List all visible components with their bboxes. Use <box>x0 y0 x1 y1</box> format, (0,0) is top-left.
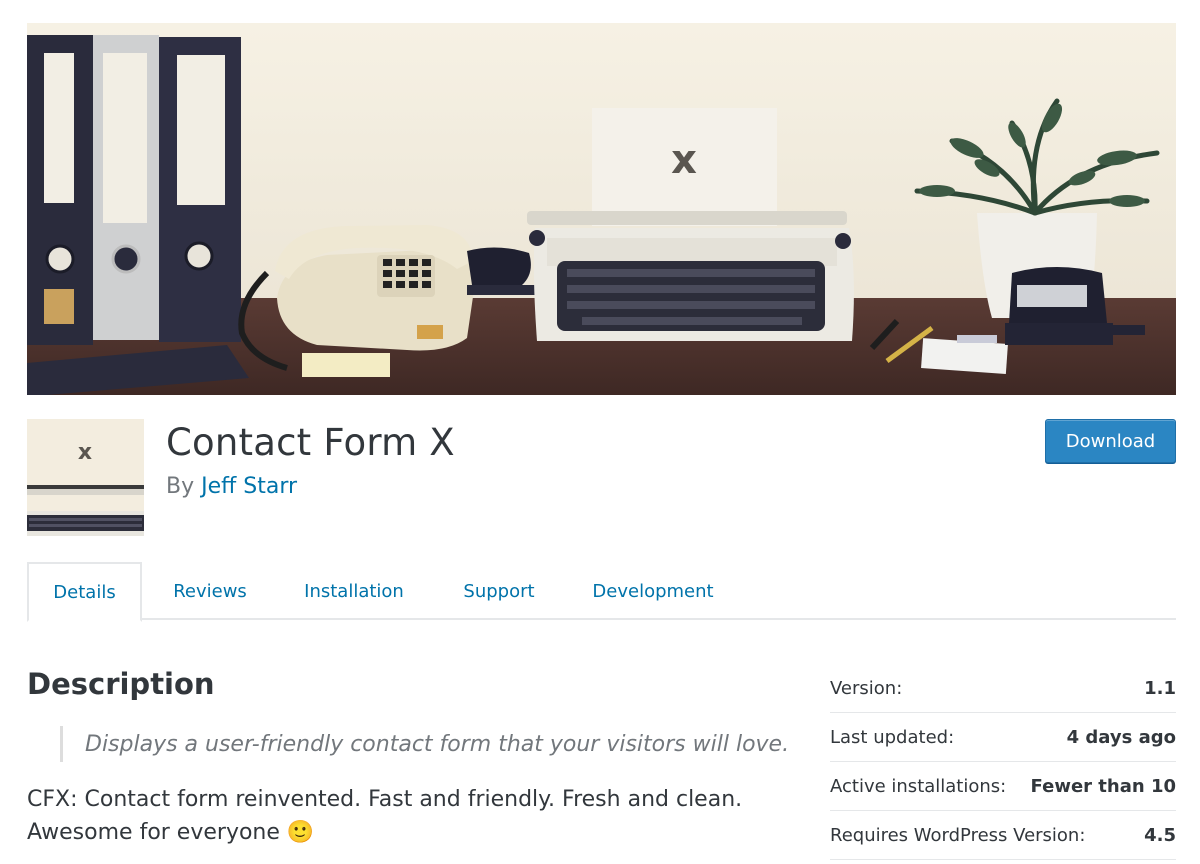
tab-reviews[interactable]: Reviews <box>155 562 265 620</box>
meta-label: Version: <box>830 677 903 699</box>
description-heading: Description <box>27 667 215 701</box>
description-body: CFX: Contact form reinvented. Fast and f… <box>27 783 767 849</box>
download-button[interactable]: Download <box>1045 419 1176 463</box>
meta-value: 4.5 <box>1144 824 1176 846</box>
tab-support[interactable]: Support <box>445 562 553 620</box>
stapler-icon <box>467 247 537 295</box>
meta-row-version: Version: 1.1 <box>830 664 1176 713</box>
meta-row-last-updated: Last updated: 4 days ago <box>830 713 1176 762</box>
smiley-icon: 🙂 <box>286 820 315 845</box>
plugin-author: By Jeff Starr <box>166 474 297 499</box>
plugin-meta: Version: 1.1 Last updated: 4 days ago Ac… <box>830 664 1176 860</box>
meta-label: Last updated: <box>830 726 955 748</box>
plugin-banner: x <box>27 23 1176 395</box>
plugin-title: Contact Form X <box>166 421 455 464</box>
plugin-tabs: Details Reviews Installation Support Dev… <box>27 562 1176 622</box>
short-description-quote: Displays a user-friendly contact form th… <box>60 726 789 762</box>
banner-illustration: x <box>27 23 1176 395</box>
meta-label: Active installations: <box>830 775 1007 797</box>
description-body-text: CFX: Contact form reinvented. Fast and f… <box>27 787 743 845</box>
banner-letter: x <box>671 137 697 183</box>
author-link[interactable]: Jeff Starr <box>201 474 297 499</box>
by-prefix: By <box>166 474 195 499</box>
meta-value: Fewer than 10 <box>1030 775 1176 797</box>
meta-label: Requires WordPress Version: <box>830 824 1086 846</box>
tab-development[interactable]: Development <box>579 562 727 620</box>
tab-installation[interactable]: Installation <box>289 562 419 620</box>
meta-row-requires-wordpress: Requires WordPress Version: 4.5 <box>830 811 1176 860</box>
plugin-icon: x <box>27 419 144 536</box>
meta-value: 1.1 <box>1144 677 1176 699</box>
meta-row-active-installations: Active installations: Fewer than 10 <box>830 762 1176 811</box>
tab-details[interactable]: Details <box>27 562 142 622</box>
icon-letter: x <box>78 440 92 465</box>
typewriter-thumbnail-icon: x <box>27 419 144 536</box>
meta-value: 4 days ago <box>1066 726 1176 748</box>
